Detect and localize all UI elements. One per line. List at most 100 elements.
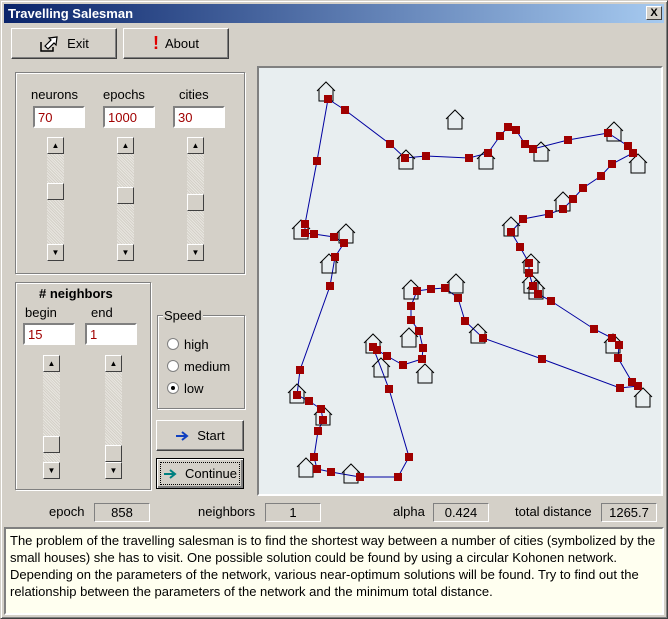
- neuron-marker: [326, 282, 334, 290]
- scroll-up-icon[interactable]: ▲: [105, 355, 122, 372]
- neuron-marker: [461, 317, 469, 325]
- neuron-marker: [419, 344, 427, 352]
- neuron-marker: [386, 140, 394, 148]
- neuron-marker: [341, 106, 349, 114]
- neuron-marker: [317, 405, 325, 413]
- exit-button-label: Exit: [67, 36, 89, 51]
- close-button[interactable]: X: [646, 6, 662, 20]
- neuron-marker: [427, 285, 435, 293]
- speed-radio-medium[interactable]: [167, 360, 179, 372]
- continue-button[interactable]: Continue: [156, 458, 244, 489]
- total-distance-label: total distance: [515, 504, 592, 519]
- alpha-value: 0.424: [433, 503, 489, 522]
- speed-radio-high[interactable]: [167, 338, 179, 350]
- scroll-down-icon[interactable]: ▼: [117, 244, 134, 261]
- neuron-marker: [383, 352, 391, 360]
- description-text: The problem of the travelling salesman i…: [4, 527, 664, 615]
- neuron-marker: [369, 343, 377, 351]
- neuron-marker: [401, 154, 409, 162]
- neuron-marker: [545, 210, 553, 218]
- neuron-marker: [319, 416, 327, 424]
- cities-input[interactable]: 30: [173, 106, 225, 128]
- neuron-marker: [624, 142, 632, 150]
- alpha-label: alpha: [393, 504, 425, 519]
- epochs-input[interactable]: 1000: [103, 106, 155, 128]
- scroll-down-icon[interactable]: ▼: [105, 462, 122, 479]
- neuron-marker: [608, 334, 616, 342]
- neuron-marker: [327, 468, 335, 476]
- scroll-up-icon[interactable]: ▲: [47, 137, 64, 154]
- scroll-down-icon[interactable]: ▼: [187, 244, 204, 261]
- neuron-marker: [418, 355, 426, 363]
- city-house-icon: [445, 109, 465, 130]
- epoch-value: 858: [94, 503, 150, 522]
- neuron-marker: [615, 341, 623, 349]
- scroll-up-icon[interactable]: ▲: [117, 137, 134, 154]
- neuron-marker: [441, 284, 449, 292]
- arrow-right-icon: [163, 468, 177, 479]
- neuron-marker: [521, 140, 529, 148]
- neuron-marker: [538, 355, 546, 363]
- neighbors-value: 1: [265, 503, 321, 522]
- neuron-marker: [407, 302, 415, 310]
- neuron-marker: [534, 290, 542, 298]
- scroll-down-icon[interactable]: ▼: [47, 244, 64, 261]
- speed-label-medium[interactable]: medium: [184, 359, 230, 374]
- neurons-slider-thumb[interactable]: [47, 183, 64, 200]
- neuron-marker: [547, 297, 555, 305]
- title-bar: Travelling Salesman X: [4, 4, 664, 23]
- neuron-marker: [394, 473, 402, 481]
- exit-button[interactable]: Exit: [11, 28, 117, 59]
- speed-title: Speed: [163, 308, 203, 323]
- continue-button-label: Continue: [184, 466, 238, 481]
- neuron-marker: [301, 220, 309, 228]
- begin-slider[interactable]: ▲ ▼: [43, 355, 60, 479]
- end-slider-thumb[interactable]: [105, 445, 122, 462]
- begin-input[interactable]: 15: [23, 323, 75, 345]
- neuron-marker: [629, 149, 637, 157]
- scroll-down-icon[interactable]: ▼: [43, 462, 60, 479]
- map-canvas[interactable]: [257, 66, 663, 496]
- cities-slider-thumb[interactable]: [187, 194, 204, 211]
- neurons-input[interactable]: 70: [33, 106, 85, 128]
- start-button[interactable]: Start: [156, 420, 244, 451]
- begin-slider-thumb[interactable]: [43, 436, 60, 453]
- window-title: Travelling Salesman: [8, 6, 134, 21]
- neuron-marker: [614, 354, 622, 362]
- neuron-marker: [385, 385, 393, 393]
- about-button[interactable]: ! About: [123, 28, 229, 59]
- arrow-right-icon: [176, 430, 189, 441]
- epochs-slider-thumb[interactable]: [117, 187, 134, 204]
- neuron-marker: [604, 129, 612, 137]
- neuron-marker: [313, 157, 321, 165]
- end-input[interactable]: 1: [85, 323, 137, 345]
- neuron-marker: [516, 243, 524, 251]
- neuron-marker: [616, 384, 624, 392]
- route-map: [287, 81, 653, 484]
- speed-label-high[interactable]: high: [184, 337, 209, 352]
- neuron-marker: [415, 327, 423, 335]
- neuron-marker: [399, 361, 407, 369]
- neurons-slider[interactable]: ▲ ▼: [47, 137, 64, 261]
- end-label: end: [91, 305, 113, 320]
- neuron-marker: [525, 259, 533, 267]
- neuron-marker: [356, 473, 364, 481]
- neuron-marker: [296, 366, 304, 374]
- neuron-marker: [465, 154, 473, 162]
- neuron-marker: [413, 287, 421, 295]
- neuron-marker: [331, 253, 339, 261]
- neuron-marker: [313, 465, 321, 473]
- end-slider[interactable]: ▲ ▼: [105, 355, 122, 479]
- neuron-marker: [597, 172, 605, 180]
- about-button-label: About: [165, 36, 199, 51]
- speed-label-low[interactable]: low: [184, 381, 204, 396]
- scroll-up-icon[interactable]: ▲: [43, 355, 60, 372]
- epochs-slider[interactable]: ▲ ▼: [117, 137, 134, 261]
- neuron-marker: [525, 269, 533, 277]
- city-house-icon: [415, 363, 435, 384]
- speed-radio-low[interactable]: [167, 382, 179, 394]
- cities-slider[interactable]: ▲ ▼: [187, 137, 204, 261]
- city-house-icon: [446, 273, 466, 294]
- scroll-up-icon[interactable]: ▲: [187, 137, 204, 154]
- neuron-marker: [519, 215, 527, 223]
